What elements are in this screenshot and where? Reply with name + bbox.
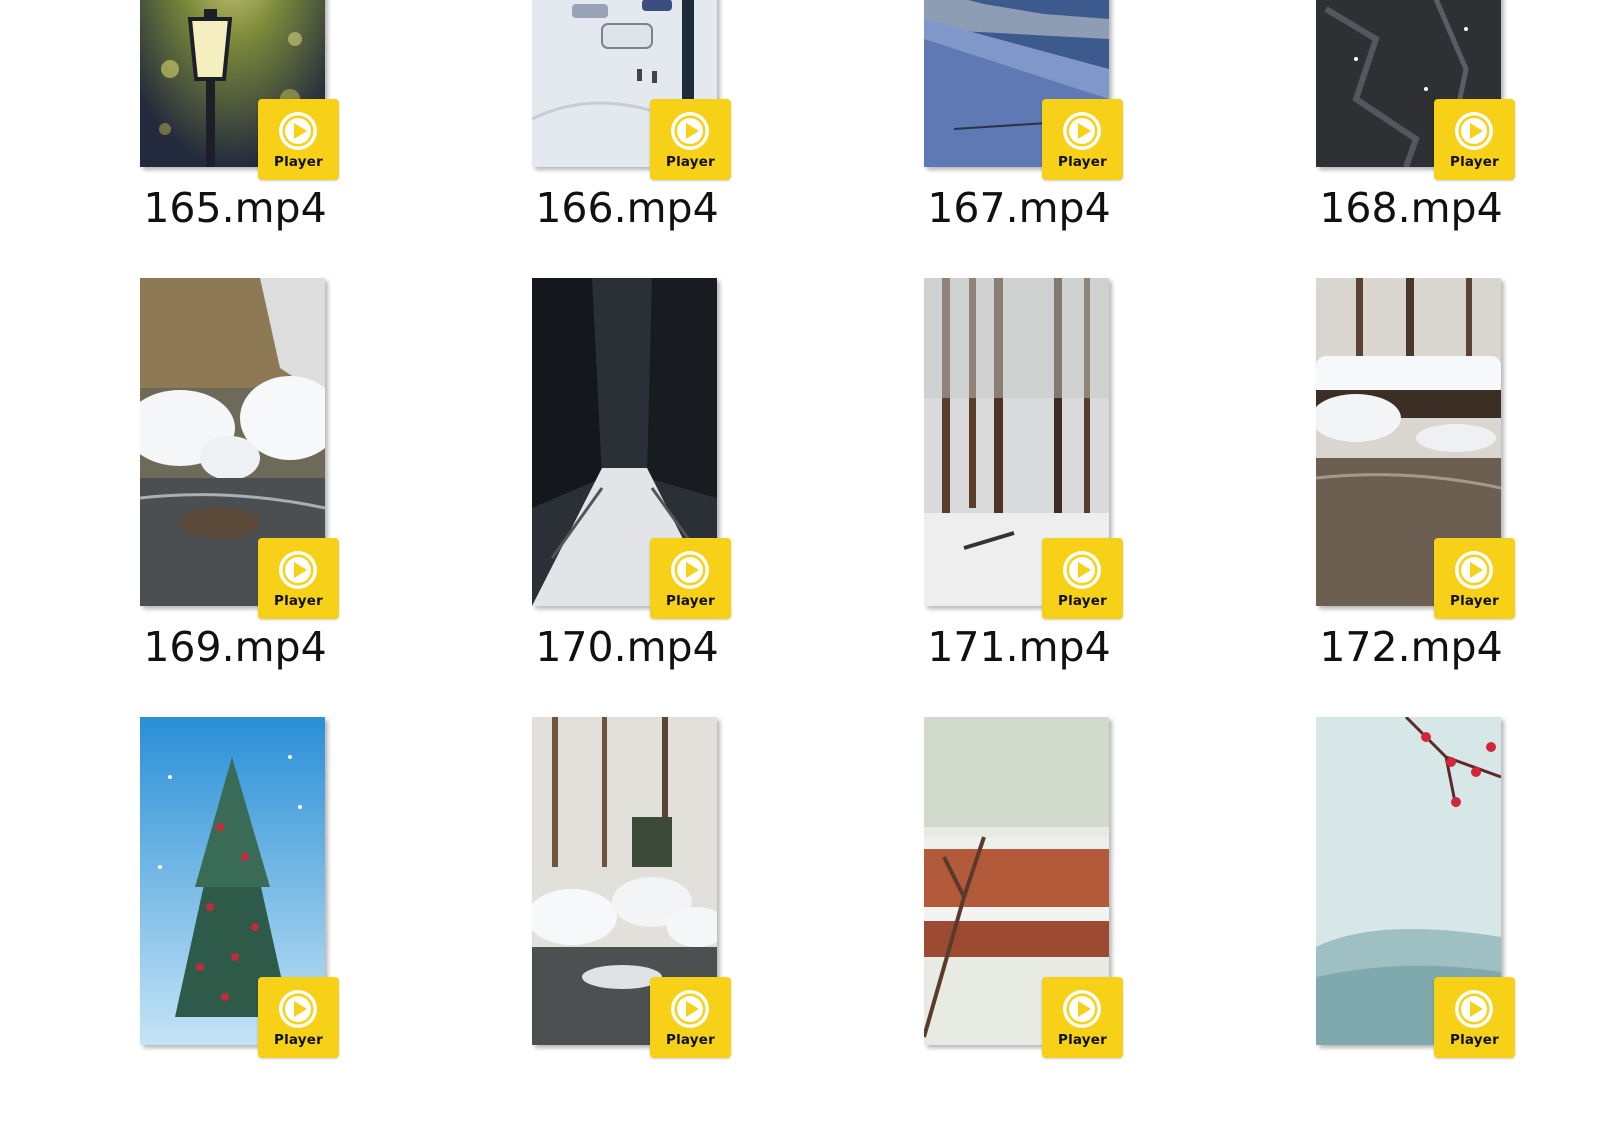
player-badge: Player: [1042, 977, 1123, 1058]
player-badge: Player: [650, 538, 731, 619]
video-file-item[interactable]: Player 171.mp4: [924, 278, 1184, 708]
player-badge-label: Player: [1057, 593, 1108, 609]
video-file-item[interactable]: Player 172.mp4: [1316, 278, 1576, 708]
player-badge-label: Player: [665, 154, 716, 170]
player-badge: Player: [1042, 538, 1123, 619]
play-icon: [1062, 550, 1102, 590]
player-badge: Player: [650, 977, 731, 1058]
play-icon: [670, 111, 710, 151]
file-name-label[interactable]: 172.mp4: [1256, 623, 1566, 671]
file-name-label[interactable]: 171.mp4: [864, 623, 1174, 671]
player-badge-label: Player: [1449, 1032, 1500, 1048]
video-file-item[interactable]: Player 168.mp4: [1316, 0, 1576, 269]
player-badge: Player: [258, 977, 339, 1058]
play-icon: [1062, 989, 1102, 1029]
video-file-item[interactable]: Player: [140, 717, 400, 1147]
player-badge-label: Player: [273, 154, 324, 170]
play-icon: [670, 550, 710, 590]
player-badge: Player: [1042, 99, 1123, 180]
play-icon: [278, 550, 318, 590]
player-badge: Player: [650, 99, 731, 180]
play-icon: [1454, 989, 1494, 1029]
video-file-item[interactable]: Player: [924, 717, 1184, 1147]
play-icon: [1454, 111, 1494, 151]
player-badge-label: Player: [1057, 1032, 1108, 1048]
player-badge-label: Player: [273, 593, 324, 609]
video-file-item[interactable]: Player: [532, 717, 792, 1147]
file-grid: Player 165.mp4 Player 166.mp4 Player 167.mp…: [0, 0, 1600, 1058]
player-badge-label: Player: [1057, 154, 1108, 170]
player-badge: Player: [1434, 99, 1515, 180]
file-name-label[interactable]: 167.mp4: [864, 184, 1174, 232]
video-file-item[interactable]: Player 170.mp4: [532, 278, 792, 708]
file-name-label[interactable]: 166.mp4: [472, 184, 782, 232]
video-file-item[interactable]: Player 169.mp4: [140, 278, 400, 708]
video-file-item[interactable]: Player 166.mp4: [532, 0, 792, 269]
player-badge: Player: [258, 99, 339, 180]
file-name-label[interactable]: 170.mp4: [472, 623, 782, 671]
player-badge: Player: [1434, 977, 1515, 1058]
play-icon: [670, 989, 710, 1029]
video-file-item[interactable]: Player 165.mp4: [140, 0, 400, 269]
play-icon: [278, 111, 318, 151]
player-badge-label: Player: [665, 593, 716, 609]
player-badge-label: Player: [665, 1032, 716, 1048]
file-name-label[interactable]: 168.mp4: [1256, 184, 1566, 232]
file-name-label[interactable]: 165.mp4: [80, 184, 390, 232]
video-file-item[interactable]: Player: [1316, 717, 1576, 1147]
player-badge: Player: [1434, 538, 1515, 619]
player-badge: Player: [258, 538, 339, 619]
play-icon: [278, 989, 318, 1029]
play-icon: [1454, 550, 1494, 590]
player-badge-label: Player: [1449, 593, 1500, 609]
file-name-label[interactable]: 169.mp4: [80, 623, 390, 671]
player-badge-label: Player: [273, 1032, 324, 1048]
play-icon: [1062, 111, 1102, 151]
player-badge-label: Player: [1449, 154, 1500, 170]
video-file-item[interactable]: Player 167.mp4: [924, 0, 1184, 269]
